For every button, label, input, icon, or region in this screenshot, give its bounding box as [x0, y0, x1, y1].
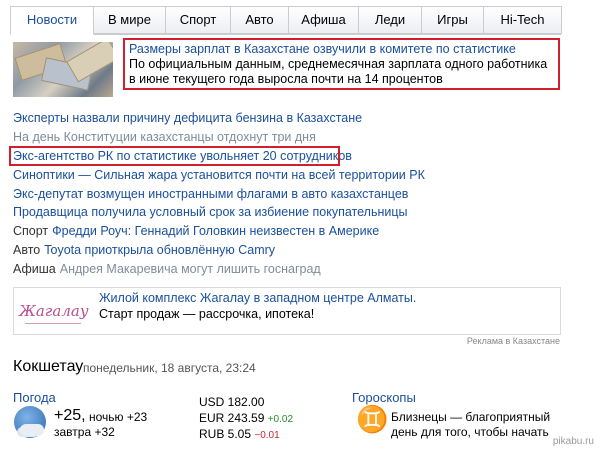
- date-time: понедельник, 18 августа, 23:24: [83, 361, 256, 375]
- tab-ladies[interactable]: Леди: [359, 6, 422, 34]
- news-item: Спорт Фредди Роуч: Геннадий Головкин неиз…: [13, 222, 573, 241]
- ad-title-link[interactable]: Жилой комплекс Жагалау в западном центре…: [99, 291, 416, 305]
- tab-auto[interactable]: Авто: [231, 6, 289, 34]
- news-link[interactable]: Андрея Макаревича могут лишить госнаград: [60, 262, 321, 276]
- rate-eur-row: EUR 243.59 +0.02: [199, 411, 293, 428]
- ad-note-link[interactable]: Реклама в Казахстане: [467, 336, 560, 346]
- news-item: Продавщица получила условный срок за изб…: [13, 203, 573, 222]
- news-item: Синоптики — Сильная жара установится поч…: [13, 166, 573, 185]
- rate-rub: RUB 5.05: [199, 427, 252, 441]
- news-item: Авто Toyota приоткрыла обновлённую Camry: [13, 241, 573, 260]
- rate-rub-change: −0.01: [254, 430, 280, 441]
- news-link[interactable]: Toyota приоткрыла обновлённую Camry: [44, 243, 275, 257]
- news-link[interactable]: Синоптики — Сильная жара установится поч…: [13, 168, 425, 182]
- tab-hitech[interactable]: Hi-Tech: [484, 6, 562, 34]
- ad-logo[interactable]: Жагалау: [19, 296, 89, 326]
- city-name[interactable]: Кокшетау: [13, 358, 83, 376]
- tab-sport[interactable]: Спорт: [166, 6, 231, 34]
- news-tabs: Новости В мире Спорт Авто Афиша Леди Игр…: [10, 6, 562, 35]
- rate-rub-row: RUB 5.05 −0.01: [199, 427, 293, 444]
- news-link[interactable]: На день Конституции казахстанцы отдохнут…: [13, 130, 316, 144]
- watermark: pikabu.ru: [552, 436, 594, 447]
- news-item: Экс-депутат возмущен иностранными флагам…: [13, 185, 573, 204]
- horoscope-line: Близнецы — благоприятный: [391, 410, 551, 424]
- news-link[interactable]: Продавщица получила условный срок за изб…: [13, 205, 408, 219]
- weather-temp: +25,: [54, 407, 86, 424]
- rate-usd: USD 182.00: [199, 395, 265, 409]
- news-category-label: Авто: [13, 243, 41, 258]
- news-category-label: Спорт: [13, 224, 49, 239]
- rate-eur-change: +0.02: [267, 413, 294, 425]
- news-highlight-box: [9, 146, 340, 166]
- headline-thumbnail[interactable]: [13, 42, 113, 97]
- weather-title-link[interactable]: Погода: [13, 390, 56, 405]
- ad-banner[interactable]: Жагалау Жилой комплекс Жагалау в западно…: [13, 287, 561, 335]
- headline-title-link[interactable]: Размеры зарплат в Казахстане озвучили в …: [129, 42, 554, 57]
- rate-eur: EUR 243.59: [199, 410, 265, 425]
- currency-rates: USD 182.00 EUR 243.59 +0.02 RUB 5.05 −0.…: [199, 395, 293, 444]
- horoscope-title-link[interactable]: Гороскопы: [352, 390, 416, 405]
- news-item: На день Конституции казахстанцы отдохнут…: [13, 128, 573, 147]
- news-link[interactable]: Экс-депутат возмущен иностранными флагам…: [13, 187, 408, 201]
- weather-tomorrow-temp: завтра +32: [54, 425, 115, 439]
- news-item: Афиша Андрея Макаревича могут лишить госн…: [13, 260, 573, 279]
- gemini-icon: ♊: [356, 405, 389, 435]
- news-item: Эксперты назвали причину дефицита бензин…: [13, 109, 573, 128]
- tab-afisha[interactable]: Афиша: [289, 6, 359, 34]
- horoscope-text: Близнецы — благоприятный день для того, …: [391, 410, 550, 440]
- news-list: Эксперты назвали причину дефицита бензин…: [13, 109, 573, 279]
- news-link[interactable]: Эксперты назвали причину дефицита бензин…: [13, 111, 362, 125]
- headline-highlight-box: Размеры зарплат в Казахстане озвучили в …: [123, 38, 560, 90]
- news-link[interactable]: Фредди Роуч: Геннадий Головкин неизвесте…: [52, 224, 379, 238]
- cloudy-night-icon: [14, 406, 46, 438]
- tab-games[interactable]: Игры: [422, 6, 484, 34]
- ad-subtitle: Старт продаж — рассрочка, ипотека!: [99, 307, 315, 321]
- horoscope-line: день для того, чтобы начать: [391, 425, 549, 439]
- weather-night-temp: ночью +23: [89, 410, 148, 424]
- tab-world[interactable]: В мире: [94, 6, 166, 34]
- headline-text: По официальным данным, среднемесячная за…: [129, 57, 548, 86]
- tab-news[interactable]: Новости: [10, 6, 94, 35]
- news-category-label: Афиша: [13, 262, 56, 277]
